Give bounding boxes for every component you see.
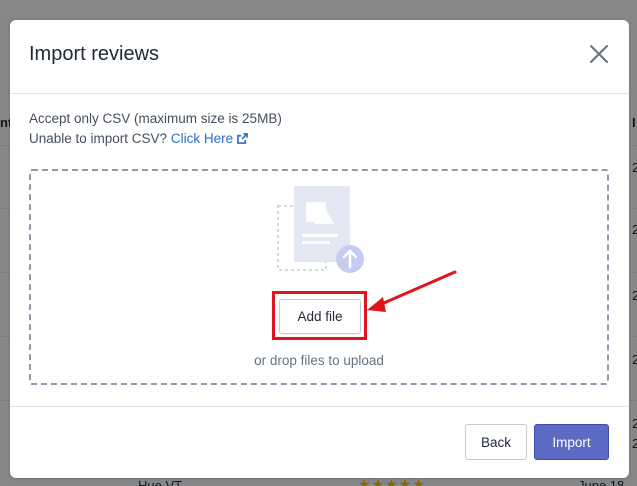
modal-header: Import reviews (10, 20, 629, 94)
upload-file-illustration (277, 186, 364, 273)
close-icon (590, 45, 608, 63)
back-button[interactable]: Back (465, 424, 527, 460)
help-text-prefix: Unable to import CSV? (29, 131, 168, 146)
click-here-link[interactable]: Click Here (170, 131, 249, 146)
modal-body: Accept only CSV (maximum size is 25MB) U… (10, 94, 629, 406)
modal-title: Import reviews (29, 43, 160, 65)
import-button[interactable]: Import (534, 424, 609, 460)
click-here-label: Click Here (170, 131, 234, 146)
external-link-icon (237, 133, 249, 144)
help-text: Unable to import CSV? Click Here (29, 131, 249, 146)
add-file-button[interactable]: Add file (279, 299, 361, 334)
file-requirements-text: Accept only CSV (maximum size is 25MB) (29, 111, 282, 126)
file-dropzone[interactable]: Add file or drop files to upload (29, 169, 609, 385)
modal-footer: Back Import (10, 406, 629, 478)
import-reviews-modal: Import reviews Accept only CSV (maximum … (10, 20, 629, 478)
close-button[interactable] (587, 42, 611, 66)
drop-files-hint: or drop files to upload (254, 353, 384, 368)
